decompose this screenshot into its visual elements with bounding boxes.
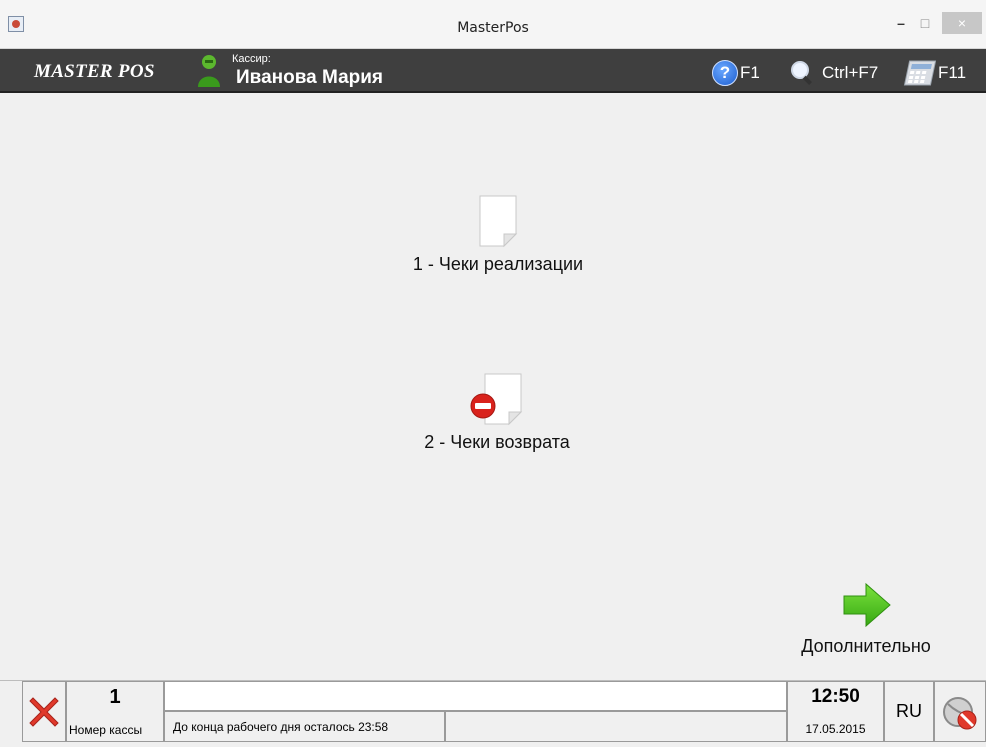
help-hotkey[interactable]: ? F1 xyxy=(712,59,760,87)
window-titlebar: MasterPos – □ × xyxy=(0,0,986,49)
cashier-caption: Кассир: xyxy=(232,53,271,65)
maximize-button[interactable]: □ xyxy=(912,12,938,34)
help-hotkey-label: F1 xyxy=(740,63,760,82)
calculator-hotkey-label: F11 xyxy=(938,63,967,82)
app-header: MASTER POS Кассир: Иванова Мария ? F1 Ct… xyxy=(0,49,986,93)
document-icon xyxy=(479,195,518,248)
calculator-icon xyxy=(903,60,936,86)
more-button[interactable]: Дополнительно xyxy=(776,580,956,657)
clock-panel: 12:50 17.05.2015 xyxy=(787,681,884,742)
search-hotkey[interactable]: Ctrl+F7 xyxy=(788,59,878,87)
help-icon: ? xyxy=(712,60,738,86)
status-message xyxy=(445,711,787,742)
brand-logo: MASTER POS xyxy=(34,61,155,82)
sales-receipts-button[interactable]: 1 - Чеки реализации xyxy=(388,194,608,275)
register-number: 1 xyxy=(109,686,121,708)
current-date: 17.05.2015 xyxy=(805,722,866,736)
return-receipts-button[interactable]: 2 - Чеки возврата xyxy=(386,372,608,453)
close-window-button[interactable]: × xyxy=(942,12,982,34)
arrow-right-icon xyxy=(843,582,891,628)
network-status xyxy=(934,681,986,742)
register-number-label: Номер кассы xyxy=(69,723,143,737)
search-hotkey-label: Ctrl+F7 xyxy=(822,63,879,82)
network-disconnected-icon xyxy=(943,696,977,729)
return-receipts-label: 2 - Чеки возврата xyxy=(424,432,570,452)
sales-receipts-label: 1 - Чеки реализации xyxy=(412,254,584,274)
minimize-button[interactable]: – xyxy=(888,12,914,34)
current-time: 12:50 xyxy=(811,686,860,707)
message-field xyxy=(164,681,787,711)
user-icon xyxy=(198,55,220,87)
register-number-panel: 1 Номер кассы xyxy=(66,681,164,742)
search-icon xyxy=(791,61,812,85)
calculator-hotkey[interactable]: F11 xyxy=(902,59,966,87)
more-label: Дополнительно xyxy=(801,636,931,656)
language-indicator[interactable]: RU xyxy=(884,681,934,742)
window-title: MasterPos xyxy=(457,20,529,36)
workday-remaining: До конца рабочего дня осталось 23:58 xyxy=(164,711,445,742)
close-icon xyxy=(29,696,59,727)
cashier-name: Иванова Мария xyxy=(236,67,384,88)
document-minus-icon xyxy=(470,373,523,426)
exit-button[interactable] xyxy=(22,681,66,742)
